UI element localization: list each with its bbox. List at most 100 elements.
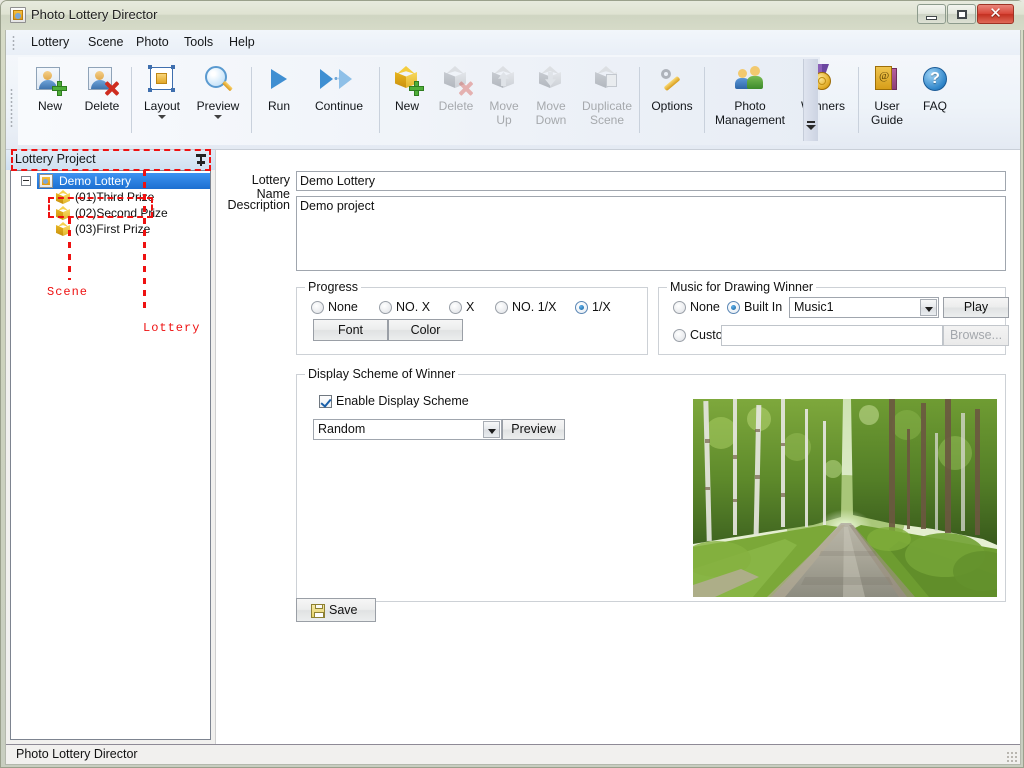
toolbar-overflow-button[interactable] bbox=[803, 59, 818, 141]
toolbar-faq-button[interactable]: FAQ bbox=[911, 61, 959, 141]
lottery-name-input[interactable]: Demo Lottery bbox=[296, 171, 1006, 191]
radio-icon bbox=[495, 301, 508, 314]
radio-icon bbox=[449, 301, 462, 314]
minimize-icon bbox=[918, 5, 945, 23]
resize-grip-icon[interactable] bbox=[1006, 751, 1018, 763]
toolbar-photo-management-button[interactable]: Photo Management bbox=[708, 61, 792, 141]
toolbar-delete-scene-button: Delete bbox=[430, 61, 482, 141]
chevron-down-icon[interactable] bbox=[214, 115, 222, 119]
toolbar-options-button[interactable]: Options bbox=[643, 61, 701, 141]
toolbar-label: Duplicate Scene bbox=[581, 99, 633, 127]
toolbar-winners-button[interactable]: Winners bbox=[792, 61, 854, 141]
display-scheme-group: Display Scheme of Winner Enable Display … bbox=[296, 367, 1006, 602]
toolbar: New Delete Layout Preview Run Continue N… bbox=[6, 55, 1020, 150]
music-select-value: Music1 bbox=[794, 300, 834, 314]
toolbar-delete-photo-button[interactable]: Delete bbox=[76, 61, 128, 141]
chevron-down-icon[interactable] bbox=[920, 299, 937, 316]
photo-artwork bbox=[693, 399, 997, 597]
toolbar-move-up-button: Move Up bbox=[482, 61, 526, 141]
toolbar-new-scene-button[interactable]: New bbox=[384, 61, 430, 141]
menu-bar: Lottery Scene Photo Tools Help bbox=[6, 30, 1020, 56]
tree-node-demo-lottery[interactable]: Demo Lottery bbox=[11, 173, 210, 189]
cube-move-up-icon bbox=[487, 63, 521, 97]
toolbar-label: New bbox=[37, 99, 62, 113]
menu-item-scene[interactable]: Scene bbox=[81, 34, 130, 51]
play-icon bbox=[262, 63, 296, 97]
music-select[interactable]: Music1 bbox=[789, 297, 939, 318]
close-icon: ✕ bbox=[989, 5, 1002, 22]
fast-forward-icon bbox=[319, 63, 359, 97]
progress-group-title: Progress bbox=[305, 280, 362, 294]
radio-label: NO. X bbox=[396, 300, 431, 314]
toolbar-layout-button[interactable]: Layout bbox=[135, 61, 189, 141]
toolbar-continue-button[interactable]: Continue bbox=[302, 61, 376, 141]
window-title: Photo Lottery Director bbox=[31, 7, 158, 22]
minimize-button[interactable] bbox=[917, 4, 946, 24]
cube-move-down-icon bbox=[534, 63, 568, 97]
status-text: Photo Lottery Director bbox=[16, 747, 138, 761]
chevron-down-icon[interactable] bbox=[483, 421, 500, 438]
menu-item-photo[interactable]: Photo bbox=[129, 34, 176, 51]
display-scheme-preview-button[interactable]: Preview bbox=[502, 419, 565, 440]
radio-icon bbox=[379, 301, 392, 314]
toolbar-label: Move Down bbox=[535, 99, 567, 127]
checkbox-label: Enable Display Scheme bbox=[336, 394, 469, 408]
save-button-label: Save bbox=[329, 603, 358, 617]
close-button[interactable]: ✕ bbox=[977, 4, 1014, 24]
toolbar-preview-button[interactable]: Preview bbox=[189, 61, 247, 141]
toolbar-user-guide-button[interactable]: User Guide bbox=[863, 61, 911, 141]
toolbar-label: FAQ bbox=[922, 99, 947, 113]
radio-label: None bbox=[328, 300, 358, 314]
description-label: Description bbox=[227, 198, 290, 212]
toolbar-label: Options bbox=[651, 99, 693, 113]
display-scheme-select[interactable]: Random bbox=[313, 419, 502, 440]
layout-icon bbox=[145, 63, 179, 97]
annotation-box-lottery bbox=[11, 149, 211, 171]
progress-color-button[interactable]: Color bbox=[388, 319, 463, 341]
maximize-button[interactable] bbox=[947, 4, 976, 24]
lottery-project-panel: Lottery Project Demo Lottery (01)Third P… bbox=[6, 150, 215, 744]
collapse-icon[interactable] bbox=[21, 176, 31, 186]
toolbar-duplicate-scene-button: Duplicate Scene bbox=[576, 61, 638, 141]
music-group-title: Music for Drawing Winner bbox=[667, 280, 817, 294]
radio-label: NO. 1/X bbox=[512, 300, 557, 314]
toolbar-new-photo-button[interactable]: New bbox=[24, 61, 76, 141]
annotation-leader-lottery bbox=[143, 170, 146, 314]
radio-label: 1/X bbox=[592, 300, 611, 314]
menu-grip-icon bbox=[12, 35, 15, 50]
save-button[interactable]: Save bbox=[296, 598, 376, 622]
radio-icon bbox=[311, 301, 324, 314]
music-browse-button[interactable]: Browse... bbox=[943, 325, 1009, 346]
overflow-chevron-icon bbox=[807, 121, 815, 123]
project-tree[interactable]: Demo Lottery (01)Third Prize (02)Second … bbox=[10, 170, 211, 740]
music-play-button[interactable]: Play bbox=[943, 297, 1009, 318]
toolbar-label: Photo Management bbox=[714, 99, 786, 127]
photo-add-icon bbox=[33, 63, 67, 97]
radio-label: Built In bbox=[744, 300, 783, 314]
annotation-label-lottery: Lottery bbox=[143, 321, 201, 335]
magnifier-icon bbox=[201, 63, 235, 97]
checkbox-icon-checked bbox=[319, 395, 332, 408]
toolbar-label: Delete bbox=[84, 99, 120, 113]
toolbar-run-button[interactable]: Run bbox=[256, 61, 302, 141]
app-icon bbox=[10, 7, 26, 23]
client-area: Lottery Scene Photo Tools Help New Delet… bbox=[5, 30, 1021, 765]
book-icon bbox=[870, 63, 904, 97]
toolbar-label: New bbox=[394, 99, 419, 113]
music-group: Music for Drawing Winner None Built In M… bbox=[658, 280, 1009, 355]
toolbar-label: Run bbox=[267, 99, 290, 113]
floppy-disk-icon bbox=[311, 604, 325, 618]
maximize-icon bbox=[948, 5, 975, 23]
progress-font-button[interactable]: Font bbox=[313, 319, 388, 341]
overflow-chevron-icon bbox=[806, 125, 816, 130]
annotation-leader-scene bbox=[68, 218, 71, 280]
toolbar-move-down-button: Move Down bbox=[526, 61, 576, 141]
radio-icon bbox=[673, 329, 686, 342]
menu-item-help[interactable]: Help bbox=[222, 34, 262, 51]
cube-add-icon bbox=[390, 63, 424, 97]
music-custom-path-input[interactable] bbox=[721, 325, 943, 346]
menu-item-lottery[interactable]: Lottery bbox=[24, 34, 76, 51]
description-textarea[interactable]: Demo project bbox=[296, 196, 1006, 271]
chevron-down-icon[interactable] bbox=[158, 115, 166, 119]
menu-item-tools[interactable]: Tools bbox=[177, 34, 220, 51]
